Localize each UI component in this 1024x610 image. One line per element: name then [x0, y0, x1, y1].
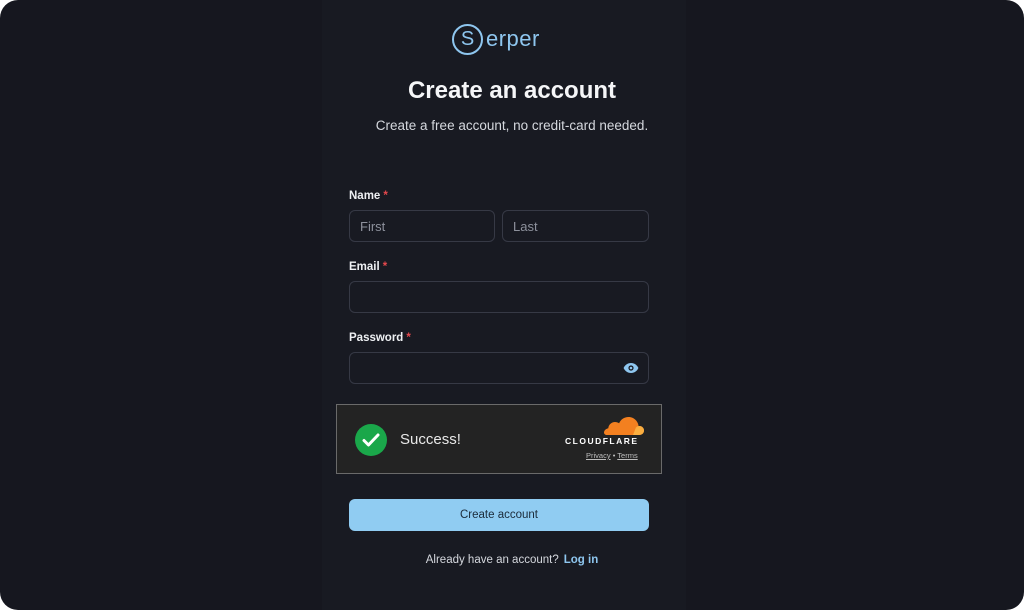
checkmark-icon	[355, 424, 387, 456]
cloudflare-brand: CLOUDFLARE	[565, 436, 639, 446]
password-label-text: Password	[349, 332, 404, 344]
last-name-input[interactable]	[502, 210, 649, 242]
login-prompt-text: Already have an account?	[425, 554, 559, 566]
eye-icon[interactable]	[622, 359, 640, 377]
first-name-input[interactable]	[349, 210, 495, 242]
password-input[interactable]	[349, 352, 649, 384]
page-subtitle: Create a free account, no credit-card ne…	[375, 118, 649, 133]
required-marker: *	[383, 190, 388, 202]
name-label-text: Name	[349, 190, 381, 202]
create-account-button[interactable]: Create account	[349, 499, 649, 531]
password-label: Password *	[349, 332, 411, 344]
privacy-link[interactable]: Privacy	[586, 451, 611, 460]
email-label-text: Email	[349, 261, 380, 273]
captcha-links: Privacy • Terms	[586, 451, 638, 460]
app-window: S erper Create an account Create a free …	[0, 0, 1024, 610]
logo-mark-icon: S	[452, 23, 483, 55]
serper-logo: S erper	[452, 22, 540, 56]
email-label: Email *	[349, 261, 387, 273]
captcha-status: Success!	[400, 431, 461, 448]
cloudflare-cloud-icon	[604, 417, 644, 435]
logo-text: erper	[486, 26, 540, 51]
login-link[interactable]: Log in	[564, 554, 599, 566]
cloudflare-captcha-widget[interactable]: Success! CLOUDFLARE Privacy • Terms	[336, 404, 662, 474]
login-prompt: Already have an account? Log in	[0, 554, 1024, 566]
page-title: Create an account	[407, 77, 617, 104]
required-marker: *	[406, 332, 411, 344]
email-input[interactable]	[349, 281, 649, 313]
name-label: Name *	[349, 190, 388, 202]
required-marker: *	[382, 261, 388, 273]
terms-link[interactable]: Terms	[617, 451, 637, 460]
link-separator: •	[612, 451, 616, 460]
